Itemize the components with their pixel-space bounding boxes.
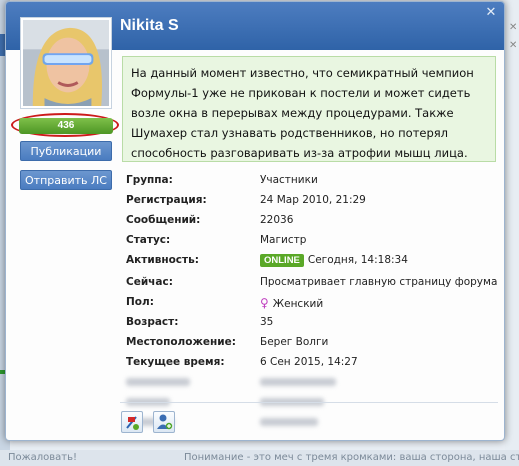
user-name[interactable]: Nikita S <box>120 17 179 35</box>
blurred-value <box>260 416 318 428</box>
field-now: Сейчас: Просматривает главную страницу ф… <box>126 274 498 294</box>
field-gender: Пол: ♀ Женский <box>126 294 496 314</box>
background-footer-right: Понимание - это меч с тремя кромками: ва… <box>184 452 519 463</box>
field-posts: Сообщений: 22036 <box>126 212 496 232</box>
field-activity: Активность: ONLINE Сегодня, 14:18:34 <box>126 252 496 274</box>
field-label: Группа: <box>126 174 173 186</box>
profile-popup: Nikita S ✕ 436 Публикации Отправить ЛС Н… <box>5 1 505 441</box>
field-label: Сообщений: <box>126 214 201 226</box>
field-age: Возраст: 35 <box>126 314 496 334</box>
footer-divider <box>120 402 498 403</box>
field-label: Статус: <box>126 234 171 246</box>
field-label: Активность: <box>126 254 199 266</box>
background-x-icon: ✕ <box>509 22 518 33</box>
reputation-badge[interactable]: 436 <box>19 118 113 134</box>
field-value: Магистр <box>260 234 307 246</box>
status-message: На данный момент известно, что семикратн… <box>122 56 496 162</box>
field-label: Сейчас: <box>126 276 173 288</box>
field-registration: Регистрация: 24 Мар 2010, 21:29 <box>126 192 496 212</box>
activity-time: Сегодня, 14:18:34 <box>307 254 408 266</box>
gender-text: Женский <box>272 298 324 310</box>
background-x-icon: ✕ <box>509 40 518 51</box>
field-label: Пол: <box>126 296 154 308</box>
field-blurred <box>126 374 496 394</box>
send-pm-button[interactable]: Отправить ЛС <box>20 170 112 190</box>
blurred-value <box>260 376 336 388</box>
field-value: 22036 <box>260 214 294 226</box>
add-friend-icon <box>157 414 173 430</box>
field-time: Текущее время: 6 Сен 2015, 14:27 <box>126 354 496 374</box>
blurred-label <box>126 376 190 388</box>
field-value: Берег Волги <box>260 336 329 348</box>
field-label: Регистрация: <box>126 194 207 206</box>
field-value: ONLINE Сегодня, 14:18:34 <box>260 254 408 267</box>
report-button[interactable] <box>121 411 143 433</box>
field-value: Участники <box>260 174 318 186</box>
background-right-strip: ✕ ✕ <box>505 0 519 466</box>
field-value: 35 <box>260 316 274 328</box>
field-value: Просматривает главную страницу форума <box>260 276 498 288</box>
background-footer: Пожаловать! Понимание - это меч с тремя … <box>0 450 519 466</box>
close-icon[interactable]: ✕ <box>484 6 498 20</box>
background-footer-left: Пожаловать! <box>8 452 78 463</box>
report-icon <box>126 416 139 430</box>
field-location: Местоположение: Берег Волги <box>126 334 496 354</box>
field-group: Группа: Участники <box>126 172 496 192</box>
female-icon: ♀ <box>260 296 269 310</box>
field-value: 6 Сен 2015, 14:27 <box>260 356 358 368</box>
online-badge: ONLINE <box>260 254 304 267</box>
field-label: Возраст: <box>126 316 179 328</box>
publications-button[interactable]: Публикации <box>20 141 112 161</box>
field-label: Текущее время: <box>126 356 225 368</box>
profile-fields: Группа: Участники Регистрация: 24 Мар 20… <box>126 172 498 434</box>
field-blurred <box>126 394 496 414</box>
add-friend-button[interactable] <box>153 411 175 433</box>
field-status: Статус: Магистр <box>126 232 496 252</box>
avatar[interactable] <box>20 17 112 109</box>
field-blurred <box>126 414 496 434</box>
field-value: 24 Мар 2010, 21:29 <box>260 194 366 206</box>
field-label: Местоположение: <box>126 336 236 348</box>
avatar-image <box>23 20 109 106</box>
field-value: ♀ Женский <box>260 296 323 310</box>
